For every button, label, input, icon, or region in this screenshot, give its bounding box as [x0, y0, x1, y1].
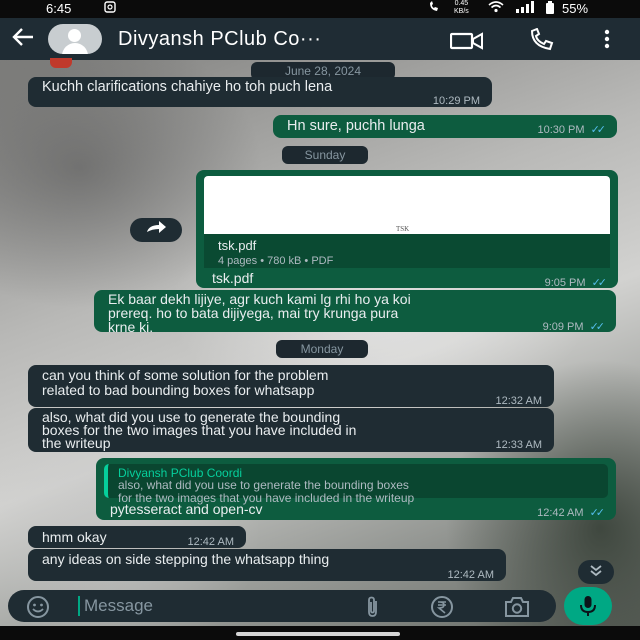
message-text: Hn sure, puchh lunga: [287, 118, 425, 134]
quoted-message[interactable]: Divyansh PClub Coordi also, what did you…: [104, 464, 608, 505]
read-ticks-icon: ✓✓: [589, 507, 606, 519]
message-meta: 9:09 PM ✓✓: [542, 321, 606, 333]
chat-header: Divyansh PClub Co···: [0, 18, 640, 60]
date-chip: Sunday: [282, 146, 368, 164]
rupee-icon[interactable]: [430, 595, 454, 624]
network-speed: 0.45 KB/s: [454, 0, 469, 15]
message-meta: 9:05 PM ✓✓: [544, 277, 608, 289]
message-time: 12:42 AM: [187, 536, 234, 548]
read-ticks-icon: ✓✓: [590, 124, 607, 136]
document-caption: tsk.pdf: [212, 270, 254, 286]
attach-icon[interactable]: [364, 596, 382, 623]
scroll-to-bottom-button[interactable]: [578, 560, 614, 584]
screenshot-icon: [104, 1, 116, 16]
message-bubble-outgoing[interactable]: Hn sure, puchh lunga 10:30 PM ✓✓: [273, 115, 617, 138]
message-bubble-outgoing[interactable]: Ek baar dekh lijiye, agr kuch kami lg rh…: [94, 290, 616, 335]
camera-icon[interactable]: [504, 596, 530, 623]
read-ticks-icon: ✓✓: [589, 321, 606, 333]
text-caret: [78, 596, 80, 616]
composer: [8, 590, 556, 622]
message-text: also, what did you use to generate the b…: [42, 409, 357, 451]
mic-icon: [580, 596, 596, 616]
message-time: 12:33 AM: [495, 439, 542, 451]
mic-button[interactable]: [564, 587, 612, 625]
file-name: tsk.pdf: [218, 238, 257, 253]
message-bubble-document[interactable]: TSK tsk.pdf 4 pages • 780 kB • PDF tsk.p…: [196, 170, 618, 289]
signal-icon: [516, 1, 536, 16]
message-bubble-incoming[interactable]: any ideas on side stepping the whatsapp …: [28, 549, 506, 581]
forward-icon: [147, 221, 166, 233]
message-bubble-incoming[interactable]: can you think of some solution for the p…: [28, 365, 554, 407]
message-text: Kuchh clarifications chahiye ho toh puch…: [42, 79, 333, 95]
chevron-double-down-icon: [590, 565, 602, 577]
message-bubble-incoming[interactable]: also, what did you use to generate the b…: [28, 408, 554, 452]
wifi-icon: [488, 1, 504, 16]
message-time: 12:32 AM: [495, 395, 542, 407]
message-text: pytesseract and open-cv: [110, 501, 263, 517]
message-text: Ek baar dekh lijiye, agr kuch kami lg rh…: [108, 291, 411, 335]
message-bubble-incoming[interactable]: Kuchh clarifications chahiye ho toh puch…: [28, 77, 492, 107]
battery-icon: [546, 1, 554, 17]
pdf-info[interactable]: tsk.pdf 4 pages • 780 kB • PDF: [204, 234, 610, 268]
message-time: 10:29 PM: [432, 95, 480, 107]
message-input[interactable]: [84, 596, 344, 616]
date-chip: Monday: [276, 340, 368, 358]
back-arrow-icon[interactable]: [10, 24, 36, 55]
emoji-icon[interactable]: [26, 595, 50, 624]
file-meta: 4 pages • 780 kB • PDF: [218, 255, 334, 267]
video-call-icon[interactable]: [449, 32, 484, 55]
message-text: hmm okay: [42, 529, 107, 545]
message-meta: 10:30 PM ✓✓: [537, 124, 607, 136]
message-text: can you think of some solution for the p…: [42, 367, 329, 398]
more-vert-icon[interactable]: [604, 28, 610, 55]
message-bubble-reply[interactable]: Divyansh PClub Coordi also, what did you…: [96, 458, 616, 520]
message-bubble-incoming[interactable]: hmm okay 12:42 AM: [28, 526, 246, 548]
forward-button[interactable]: [130, 218, 182, 242]
battery-percent: 55%: [562, 1, 589, 16]
home-handle[interactable]: [236, 632, 400, 636]
call-status-icon: [428, 1, 444, 16]
contact-name[interactable]: Divyansh PClub Co···: [118, 28, 321, 51]
status-time: 6:45: [46, 1, 72, 16]
phone-icon[interactable]: [528, 27, 556, 57]
read-ticks-icon: ✓✓: [591, 277, 608, 289]
message-time: 12:42 AM: [447, 569, 494, 581]
status-bar: 6:45 0.45 KB/s 55%: [0, 0, 640, 18]
message-meta: 12:42 AM ✓✓: [537, 507, 606, 519]
sticker-fragment: [50, 58, 72, 68]
message-text: any ideas on side stepping the whatsapp …: [42, 551, 330, 567]
avatar[interactable]: [48, 24, 102, 54]
pdf-preview[interactable]: TSK: [204, 176, 610, 234]
